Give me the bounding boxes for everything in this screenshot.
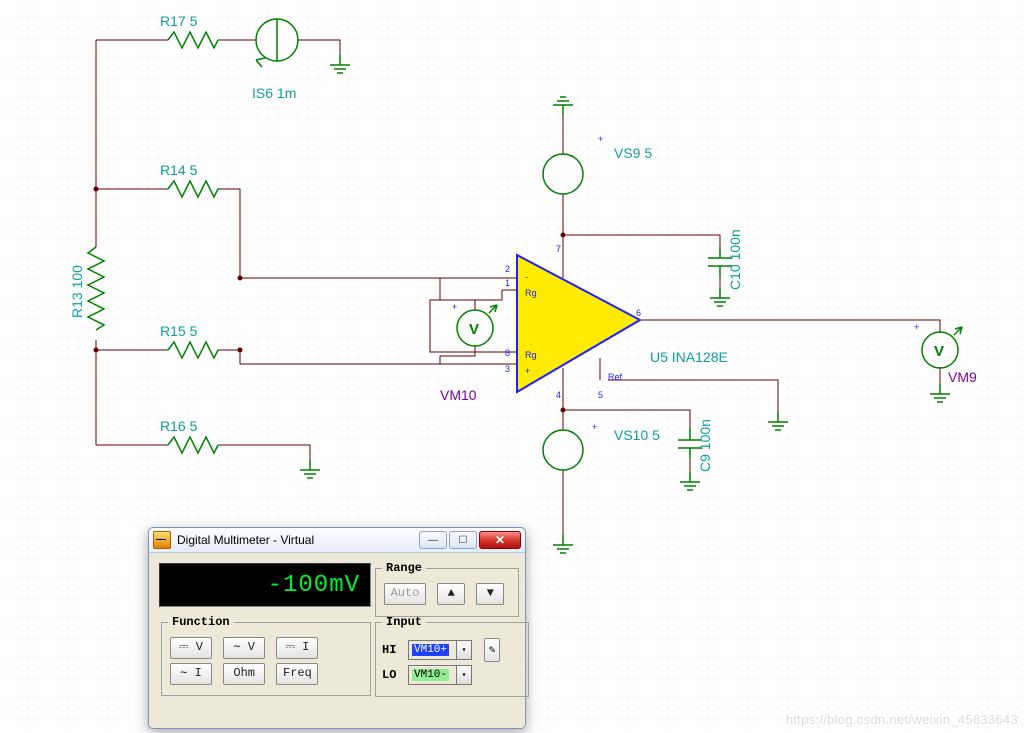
r15-label: R15 5 (160, 323, 198, 339)
vs9-label: VS9 5 (614, 145, 652, 161)
component-vs10[interactable]: + VS10 5 (543, 422, 660, 470)
component-vm9[interactable]: V + VM9 (914, 322, 977, 385)
r13-label: R13 100 (69, 265, 85, 318)
digital-multimeter-window[interactable]: Digital Multimeter - Virtual — ☐ ✕ -100m… (148, 527, 526, 729)
svg-text:Rg: Rg (525, 288, 537, 298)
svg-text:+: + (592, 422, 597, 432)
input-lo-label: LO (382, 668, 402, 682)
component-is6[interactable]: IS6 1m (252, 19, 298, 101)
component-r15[interactable]: R15 5 (160, 323, 218, 358)
fn-dc-current-button[interactable]: ⎓ I (276, 637, 318, 659)
input-lo-combo[interactable]: VM10- ▾ (408, 665, 472, 685)
maximize-button[interactable]: ☐ (449, 531, 477, 549)
svg-text:6: 6 (636, 308, 641, 318)
is6-label: IS6 1m (252, 85, 296, 101)
range-auto-button[interactable]: Auto (384, 583, 426, 605)
fn-ohm-button[interactable]: Ohm (223, 663, 265, 685)
ground-icon (930, 384, 950, 402)
component-c10[interactable]: C10 100n (708, 229, 743, 290)
svg-text:8: 8 (505, 348, 510, 358)
svg-text:+: + (914, 322, 919, 332)
component-u5[interactable]: 2 1 8 3 7 4 5 6 Rg Rg Ref - + U5 INA128E (505, 244, 728, 400)
vm10-label: VM10 (440, 387, 477, 403)
svg-text:7: 7 (556, 244, 561, 254)
fn-ac-current-button[interactable]: ∼ I (170, 663, 212, 685)
svg-text:Ref: Ref (608, 372, 623, 382)
svg-text:V: V (934, 343, 944, 360)
ground-icon (768, 412, 788, 430)
vm9-label: VM9 (948, 369, 977, 385)
svg-text:2: 2 (505, 264, 510, 274)
range-group: Range Auto ▲ ▼ (375, 561, 519, 617)
input-hi-value: VM10+ (412, 644, 449, 656)
svg-text:5: 5 (598, 390, 603, 400)
input-legend: Input (382, 615, 426, 629)
dmm-body: -100mV Range Auto ▲ ▼ Function ⎓ V ∼ V ⎓… (149, 553, 525, 619)
component-vs9[interactable]: + VS9 5 (543, 134, 652, 194)
u5-label: U5 INA128E (650, 349, 728, 365)
dmm-reading: -100mV (268, 572, 360, 599)
dmm-display: -100mV (159, 563, 371, 607)
dmm-title: Digital Multimeter - Virtual (177, 533, 314, 547)
r16-label: R16 5 (160, 418, 198, 434)
r17-label: R17 5 (160, 13, 198, 29)
component-r17[interactable]: R17 5 (160, 13, 218, 48)
ground-icon (553, 535, 573, 553)
chevron-down-icon: ▾ (456, 641, 471, 659)
ground-icon (300, 460, 320, 478)
function-legend: Function (168, 615, 234, 629)
component-r16[interactable]: R16 5 (160, 418, 218, 453)
r14-label: R14 5 (160, 162, 198, 178)
vs10-label: VS10 5 (614, 427, 660, 443)
component-r13[interactable]: R13 100 (69, 247, 104, 330)
fn-ac-voltage-button[interactable]: ∼ V (223, 637, 265, 659)
minimize-button[interactable]: — (419, 531, 447, 549)
dmm-titlebar[interactable]: Digital Multimeter - Virtual — ☐ ✕ (149, 528, 525, 553)
component-r14[interactable]: R14 5 (160, 162, 218, 197)
fn-freq-button[interactable]: Freq (276, 663, 318, 685)
fn-dc-voltage-button[interactable]: ⎓ V (170, 637, 212, 659)
svg-text:3: 3 (505, 364, 510, 374)
svg-text:1: 1 (505, 278, 510, 288)
range-down-button[interactable]: ▼ (476, 583, 504, 605)
c10-label: C10 100n (727, 229, 743, 290)
svg-text:Rg: Rg (525, 350, 537, 360)
range-up-button[interactable]: ▲ (437, 583, 465, 605)
svg-text:+: + (452, 302, 457, 312)
svg-text:-: - (525, 272, 528, 282)
ground-icon (553, 97, 573, 115)
ground-icon (680, 472, 700, 490)
input-lo-value: VM10- (412, 669, 449, 681)
svg-text:+: + (525, 366, 530, 376)
input-group: Input HI VM10+ ▾ ✎ LO VM10- ▾ (375, 615, 529, 697)
function-group: Function ⎓ V ∼ V ⎓ I ∼ I Ohm Freq (161, 615, 371, 696)
ground-icon (330, 55, 350, 73)
close-button[interactable]: ✕ (479, 531, 521, 549)
input-hi-combo[interactable]: VM10+ ▾ (408, 640, 472, 660)
range-legend: Range (382, 561, 426, 575)
svg-text:+: + (598, 134, 603, 144)
chevron-down-icon: ▾ (456, 666, 471, 684)
component-c9[interactable]: C9 100n (678, 419, 713, 472)
probe-button[interactable]: ✎ (484, 638, 500, 662)
dmm-app-icon (153, 531, 171, 549)
input-hi-label: HI (382, 643, 402, 657)
schematic-canvas[interactable]: R17 5 R14 5 R15 5 R16 5 R13 100 IS6 1m +… (0, 0, 1024, 733)
c9-label: C9 100n (697, 419, 713, 472)
svg-text:4: 4 (556, 390, 561, 400)
watermark: https://blog.csdn.net/weixin_45633643 (786, 712, 1018, 727)
svg-text:V: V (469, 321, 479, 338)
